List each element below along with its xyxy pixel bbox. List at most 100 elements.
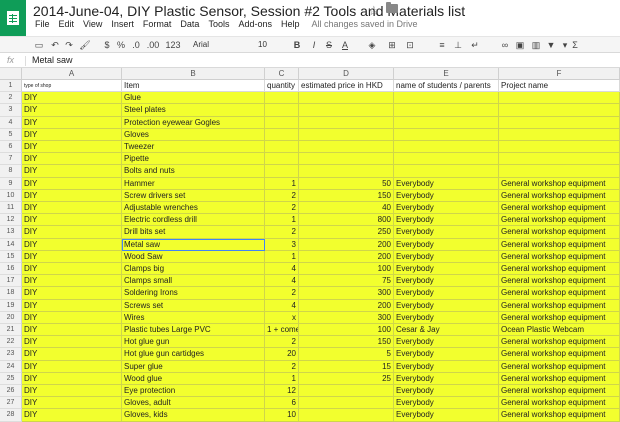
cell-e[interactable]: Everybody [394,238,499,251]
print-icon[interactable]: ▭ [33,38,45,52]
cell-c[interactable]: 12 [265,385,299,398]
merge-cells-icon[interactable]: ⊡ [404,38,416,52]
row-header[interactable]: 15 [0,250,22,263]
menu-file[interactable]: File [35,19,50,33]
cell-e[interactable]: Everybody [394,177,499,190]
cell-c[interactable]: 4 [265,299,299,312]
cell-a[interactable]: DIY [22,385,122,398]
cell-e[interactable]: Everybody [394,214,499,227]
cell-c[interactable]: 1 + come [265,324,299,337]
undo-icon[interactable]: ↶ [49,38,61,52]
row-header[interactable]: 14 [0,238,22,251]
filter-icon[interactable]: ▼ [545,38,557,52]
cell-d[interactable]: 200 [299,250,394,263]
row-header[interactable]: 28 [0,409,22,422]
cell-b[interactable]: Gloves [122,128,265,141]
menu-insert[interactable]: Insert [111,19,134,33]
cell-d[interactable] [299,165,394,178]
header-cell-e[interactable]: name of students / parents [394,80,499,93]
cell-a[interactable]: DIY [22,238,122,251]
cell-a[interactable]: DIY [22,348,122,361]
cell-d[interactable] [299,92,394,105]
row-header[interactable]: 1 [0,80,22,93]
cell-b[interactable]: Screws set [122,299,265,312]
cell-b[interactable]: Plastic tubes Large PVC [122,324,265,337]
cell-a[interactable]: DIY [22,92,122,105]
cell-f[interactable]: General workshop equipment [499,385,620,398]
cell-c[interactable]: 2 [265,202,299,215]
menu-tools[interactable]: Tools [208,19,229,33]
row-header[interactable]: 25 [0,372,22,385]
cell-d[interactable] [299,128,394,141]
sheets-logo-icon[interactable] [0,0,26,36]
cell-c[interactable]: 2 [265,336,299,349]
row-header[interactable]: 26 [0,385,22,398]
cell-b[interactable]: Metal saw [122,238,265,251]
row-header[interactable]: 18 [0,287,22,300]
cell-b[interactable]: Hot glue gun [122,336,265,349]
row-header[interactable]: 21 [0,324,22,337]
cell-f[interactable]: General workshop equipment [499,226,620,239]
row-header[interactable]: 17 [0,275,22,288]
cell-c[interactable] [265,153,299,166]
cell-e[interactable]: Everybody [394,287,499,300]
cell-d[interactable]: 300 [299,287,394,300]
cell-d[interactable]: 100 [299,263,394,276]
cell-d[interactable] [299,104,394,117]
font-select[interactable]: Arial [193,39,239,51]
fill-color-icon[interactable]: ◈ [366,38,378,52]
row-header[interactable]: 22 [0,336,22,349]
cell-f[interactable]: General workshop equipment [499,214,620,227]
cell-f[interactable]: General workshop equipment [499,360,620,373]
cell-d[interactable]: 50 [299,177,394,190]
italic-button[interactable]: I [309,38,319,52]
row-header[interactable]: 8 [0,165,22,178]
cell-c[interactable]: 3 [265,238,299,251]
cell-a[interactable]: DIY [22,397,122,410]
redo-icon[interactable]: ↷ [63,38,75,52]
cell-b[interactable]: Clamps big [122,263,265,276]
cell-c[interactable]: 4 [265,263,299,276]
row-header[interactable]: 3 [0,104,22,117]
cell-d[interactable]: 200 [299,299,394,312]
row-header[interactable]: 10 [0,189,22,202]
cell-b[interactable]: Electric cordless drill [122,214,265,227]
cell-d[interactable]: 250 [299,226,394,239]
cell-f[interactable]: General workshop equipment [499,348,620,361]
cell-a[interactable]: DIY [22,189,122,202]
cell-c[interactable]: 2 [265,287,299,300]
cell-c[interactable]: 1 [265,372,299,385]
cell-a[interactable]: DIY [22,409,122,422]
row-header[interactable]: 24 [0,360,22,373]
cell-a[interactable]: DIY [22,299,122,312]
cell-a[interactable]: DIY [22,275,122,288]
row-header[interactable]: 20 [0,311,22,324]
link-icon[interactable]: ∞ [499,38,511,52]
cell-b[interactable]: Wood Saw [122,250,265,263]
cell-f[interactable]: General workshop equipment [499,336,620,349]
strikethrough-button[interactable]: S [324,38,334,52]
cell-b[interactable]: Protection eyewear Gogles [122,116,265,129]
column-header-b[interactable]: B [122,68,265,80]
percent-button[interactable]: % [116,38,126,52]
cell-f[interactable]: General workshop equipment [499,202,620,215]
cell-e[interactable]: Everybody [394,299,499,312]
comment-icon[interactable]: ▣ [514,38,526,52]
grid-corner[interactable] [0,68,22,80]
cell-c[interactable] [265,92,299,105]
star-icon[interactable]: ☆ [368,3,380,19]
cell-a[interactable]: DIY [22,153,122,166]
borders-icon[interactable]: ⊞ [386,38,398,52]
row-header[interactable]: 2 [0,92,22,105]
more-formats-button[interactable]: 123 [162,38,184,52]
row-header[interactable]: 23 [0,348,22,361]
menu-view[interactable]: View [83,19,102,33]
bold-button[interactable]: B [292,38,302,52]
cell-d[interactable] [299,409,394,422]
decrease-decimal-button[interactable]: .0 [130,38,142,52]
cell-c[interactable]: 2 [265,189,299,202]
cell-e[interactable]: Everybody [394,202,499,215]
cell-e[interactable]: Everybody [394,360,499,373]
cell-c[interactable]: 2 [265,360,299,373]
cell-e[interactable]: Everybody [394,189,499,202]
